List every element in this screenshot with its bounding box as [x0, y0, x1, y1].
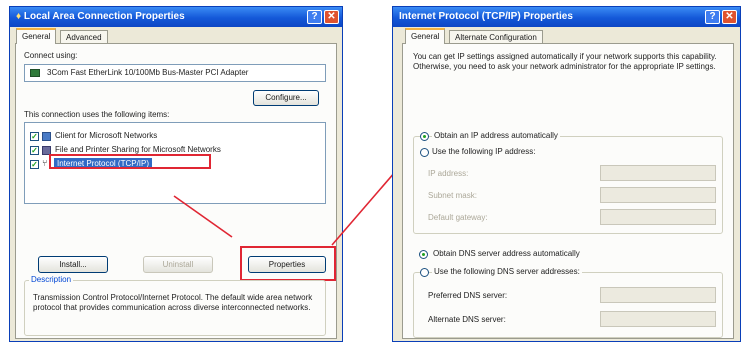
intro-text: You can get IP settings assigned automat… — [413, 52, 717, 71]
tab-general[interactable]: General — [16, 28, 57, 44]
window-title: Internet Protocol (TCP/IP) Properties — [399, 11, 573, 22]
close-icon[interactable]: ✕ — [722, 10, 737, 24]
general-panel: You can get IP settings assigned automat… — [402, 43, 734, 339]
help-icon[interactable]: ? — [705, 10, 720, 24]
title-bar[interactable]: Internet Protocol (TCP/IP) Properties — [393, 7, 740, 27]
obtain-ip-auto-label[interactable]: Obtain an IP address automatically — [432, 131, 560, 140]
subnet-mask-field[interactable] — [600, 187, 716, 203]
obtain-dns-auto-radio[interactable] — [419, 250, 428, 259]
ip-address-group: Obtain an IP address automatically Use t… — [413, 131, 723, 234]
tab-alternate-configuration[interactable]: Alternate Configuration — [449, 30, 543, 44]
tcpip-properties-dialog: Internet Protocol (TCP/IP) Properties ? … — [392, 6, 741, 342]
obtain-dns-auto-label[interactable]: Obtain DNS server address automatically — [433, 249, 580, 258]
ip-address-label: IP address: — [428, 169, 469, 178]
preferred-dns-label: Preferred DNS server: — [428, 291, 508, 300]
ip-address-field[interactable] — [600, 165, 716, 181]
subnet-mask-label: Subnet mask: — [428, 191, 477, 200]
use-following-dns-radio[interactable] — [420, 268, 429, 277]
default-gateway-label: Default gateway: — [428, 213, 488, 222]
tab-general[interactable]: General — [405, 28, 446, 44]
preferred-dns-field[interactable] — [600, 287, 716, 303]
default-gateway-field[interactable] — [600, 209, 716, 225]
use-following-ip-radio[interactable] — [420, 148, 429, 157]
obtain-ip-auto-radio[interactable] — [420, 132, 429, 141]
use-following-dns-label[interactable]: Use the following DNS server addresses: — [432, 267, 582, 276]
alternate-dns-field[interactable] — [600, 311, 716, 327]
use-following-ip-label[interactable]: Use the following IP address: — [432, 147, 535, 156]
dns-group: Use the following DNS server addresses: … — [413, 267, 723, 338]
alternate-dns-label: Alternate DNS server: — [428, 315, 506, 324]
